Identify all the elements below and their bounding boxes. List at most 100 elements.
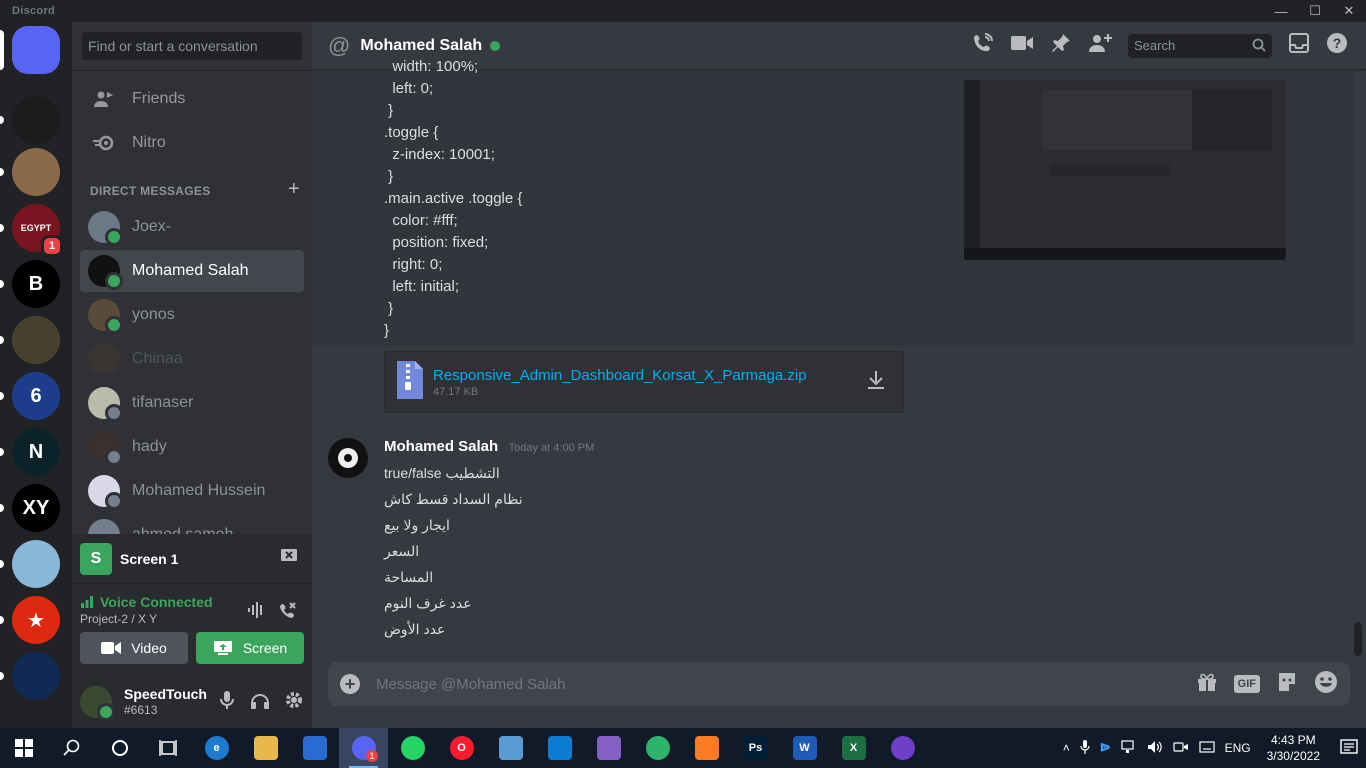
message-composer[interactable]: + Message @Mohamed Salah GIF <box>328 662 1350 706</box>
show-hidden-icons-chevron-icon[interactable]: ˄ <box>1063 741 1070 755</box>
volume-icon[interactable] <box>1147 740 1163 757</box>
microphone-tray-icon[interactable] <box>1080 739 1090 757</box>
attachment-link[interactable]: Responsive_Admin_Dashboard_Korsat_X_Parm… <box>433 367 807 384</box>
taskbar-app-word[interactable]: W <box>780 728 829 768</box>
notifications-icon[interactable] <box>1340 738 1358 759</box>
video-label: Video <box>131 640 167 656</box>
keyboard-layout-icon[interactable] <box>1198 740 1215 757</box>
taskbar-app-maps-pin[interactable] <box>633 728 682 768</box>
avatar <box>88 255 123 290</box>
start-voice-call-icon[interactable] <box>972 32 994 59</box>
taskbar-badge: 1 <box>366 750 378 762</box>
message-input[interactable]: Message @Mohamed Salah <box>376 676 566 693</box>
cortana-button[interactable] <box>96 728 144 768</box>
bluetooth-icon[interactable]: ᐉ <box>1100 741 1111 755</box>
taskbar-app-photoshop[interactable]: Ps <box>731 728 780 768</box>
screen-button[interactable]: Screen <box>196 632 304 664</box>
download-icon[interactable] <box>865 369 887 396</box>
start-video-call-icon[interactable] <box>1010 34 1034 57</box>
microphone-icon[interactable] <box>218 690 236 715</box>
friends-nav[interactable]: Friends <box>80 78 304 120</box>
dm-item[interactable]: Mohamed Salah <box>80 250 304 292</box>
gif-button[interactable]: GIF <box>1233 675 1260 693</box>
help-icon[interactable]: ? <box>1326 32 1348 59</box>
taskbar-app-vs-code[interactable] <box>535 728 584 768</box>
inbox-icon[interactable] <box>1288 32 1310 59</box>
voice-panel: S Screen 1 Voice Connected Project-2 / X… <box>72 534 312 728</box>
gift-icon[interactable] <box>1196 671 1218 698</box>
search-taskbar-button[interactable] <box>48 728 96 768</box>
settings-gear-icon[interactable] <box>284 690 304 715</box>
create-dm-button[interactable]: + <box>288 178 300 201</box>
taskbar-app-discord[interactable]: 1 <box>339 728 388 768</box>
find-conversation-button[interactable]: Find or start a conversation <box>82 32 302 60</box>
taskbar-app-visual-studio[interactable] <box>584 728 633 768</box>
start-button[interactable] <box>0 728 48 768</box>
taskbar-app-excel[interactable]: X <box>829 728 878 768</box>
server-icon-server-group-photo[interactable] <box>12 148 60 196</box>
add-friends-to-dm-icon[interactable] <box>1088 32 1112 59</box>
minimize-button[interactable]: — <box>1264 0 1298 22</box>
nitro-icon <box>92 131 116 155</box>
sticker-icon[interactable] <box>1276 671 1298 698</box>
taskbar-app-opera[interactable]: O <box>437 728 486 768</box>
upload-plus-icon[interactable]: + <box>340 674 360 694</box>
attachment-size: 47.17 KB <box>433 385 479 398</box>
taskbar-app-github[interactable] <box>878 728 927 768</box>
dm-name: Joex- <box>132 218 172 235</box>
disconnect-icon[interactable] <box>278 600 298 625</box>
video-button[interactable]: Video <box>80 632 188 664</box>
nitro-nav[interactable]: Nitro <box>80 122 304 164</box>
taskbar-app-whatsapp[interactable] <box>388 728 437 768</box>
server-icon-discord-home[interactable] <box>12 26 60 74</box>
code-line: .toggle { <box>384 124 439 141</box>
whatsapp-icon <box>400 736 425 760</box>
edge-icon: e <box>204 736 229 760</box>
task-view-button[interactable] <box>144 728 192 768</box>
stop-stream-icon[interactable] <box>280 548 298 569</box>
server-icon-server-dark[interactable] <box>12 708 60 728</box>
clock[interactable]: 4:43 PM 3/30/2022 <box>1267 732 1320 764</box>
pinned-messages-icon[interactable] <box>1050 32 1072 59</box>
message-line: عدد غرف النوم <box>384 595 472 611</box>
message-author[interactable]: Mohamed Salah <box>384 438 498 455</box>
dm-item[interactable]: Joex- <box>80 206 304 248</box>
noise-suppression-icon[interactable] <box>246 600 266 625</box>
code-line: } <box>384 102 394 119</box>
server-icon-server-n[interactable]: N <box>12 428 60 476</box>
taskbar-app-file-explorer[interactable] <box>241 728 290 768</box>
dm-item[interactable]: Mohamed Hussein <box>80 470 304 512</box>
server-icon-server-dragon[interactable] <box>12 96 60 144</box>
emoji-icon[interactable] <box>1314 670 1338 699</box>
dm-item[interactable]: yonos <box>80 294 304 336</box>
server-icon-server-portrait[interactable] <box>12 316 60 364</box>
meet-now-icon[interactable] <box>1172 740 1189 757</box>
screenshot-thumbnail[interactable] <box>964 80 1286 260</box>
server-icon-server-xy[interactable]: XY <box>12 484 60 532</box>
headphones-icon[interactable] <box>250 690 270 715</box>
server-icon-server-bird[interactable] <box>12 540 60 588</box>
network-icon[interactable] <box>1120 739 1137 757</box>
search-input[interactable]: Search <box>1128 33 1272 58</box>
taskbar-app-rocket-league[interactable] <box>290 728 339 768</box>
user-avatar[interactable] <box>80 686 115 721</box>
close-button[interactable]: ✕ <box>1332 0 1366 22</box>
taskbar-app-edge[interactable]: e <box>192 728 241 768</box>
dm-item[interactable]: tifanaser <box>80 382 304 424</box>
dm-item[interactable]: Chinaa <box>80 338 304 380</box>
window-titlebar: Discord — ☐ ✕ <box>0 0 1366 22</box>
taskbar-app-app-cube[interactable] <box>486 728 535 768</box>
author-avatar[interactable] <box>328 438 368 478</box>
scrollbar-thumb[interactable] <box>1354 622 1362 656</box>
server-icon-server-china[interactable]: ★ <box>12 596 60 644</box>
voice-connected-label[interactable]: Voice Connected <box>100 594 213 610</box>
server-icon-server-bear[interactable] <box>12 652 60 700</box>
language-indicator[interactable]: ENG <box>1225 741 1251 755</box>
voice-channel-label[interactable]: Project-2 / X Y <box>80 612 304 626</box>
server-icon-server-6-wars[interactable]: 6 <box>12 372 60 420</box>
code-line: width: 100%; <box>384 58 479 75</box>
server-icon-server-b[interactable]: B <box>12 260 60 308</box>
dm-item[interactable]: hady <box>80 426 304 468</box>
maximize-button[interactable]: ☐ <box>1298 0 1332 22</box>
taskbar-app-xampp[interactable] <box>682 728 731 768</box>
